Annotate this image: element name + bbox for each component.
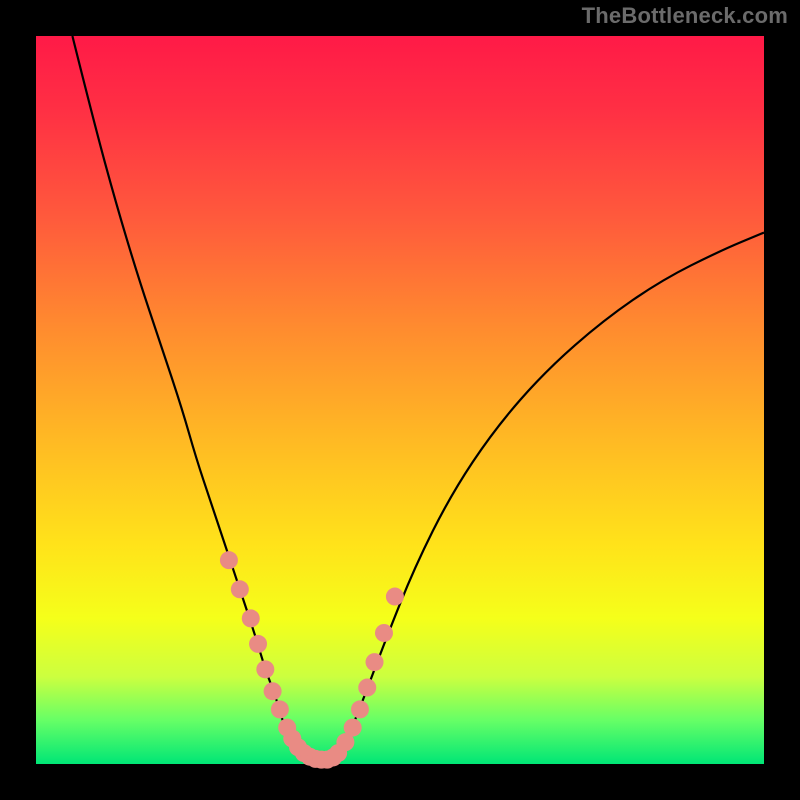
marker-dot	[344, 719, 362, 737]
marker-dot	[256, 660, 274, 678]
curve-path	[72, 36, 764, 760]
marker-dots	[220, 551, 404, 768]
marker-dot	[249, 635, 267, 653]
watermark-label: TheBottleneck.com	[582, 3, 788, 29]
marker-dot	[358, 679, 376, 697]
marker-dot	[386, 588, 404, 606]
marker-dot	[366, 653, 384, 671]
chart-frame: TheBottleneck.com	[0, 0, 800, 800]
marker-dot	[264, 682, 282, 700]
marker-dot	[242, 609, 260, 627]
marker-dot	[351, 700, 369, 718]
marker-dot	[231, 580, 249, 598]
chart-svg	[0, 0, 800, 800]
marker-dot	[375, 624, 393, 642]
marker-dot	[271, 700, 289, 718]
bottleneck-curve	[72, 36, 764, 760]
marker-dot	[220, 551, 238, 569]
